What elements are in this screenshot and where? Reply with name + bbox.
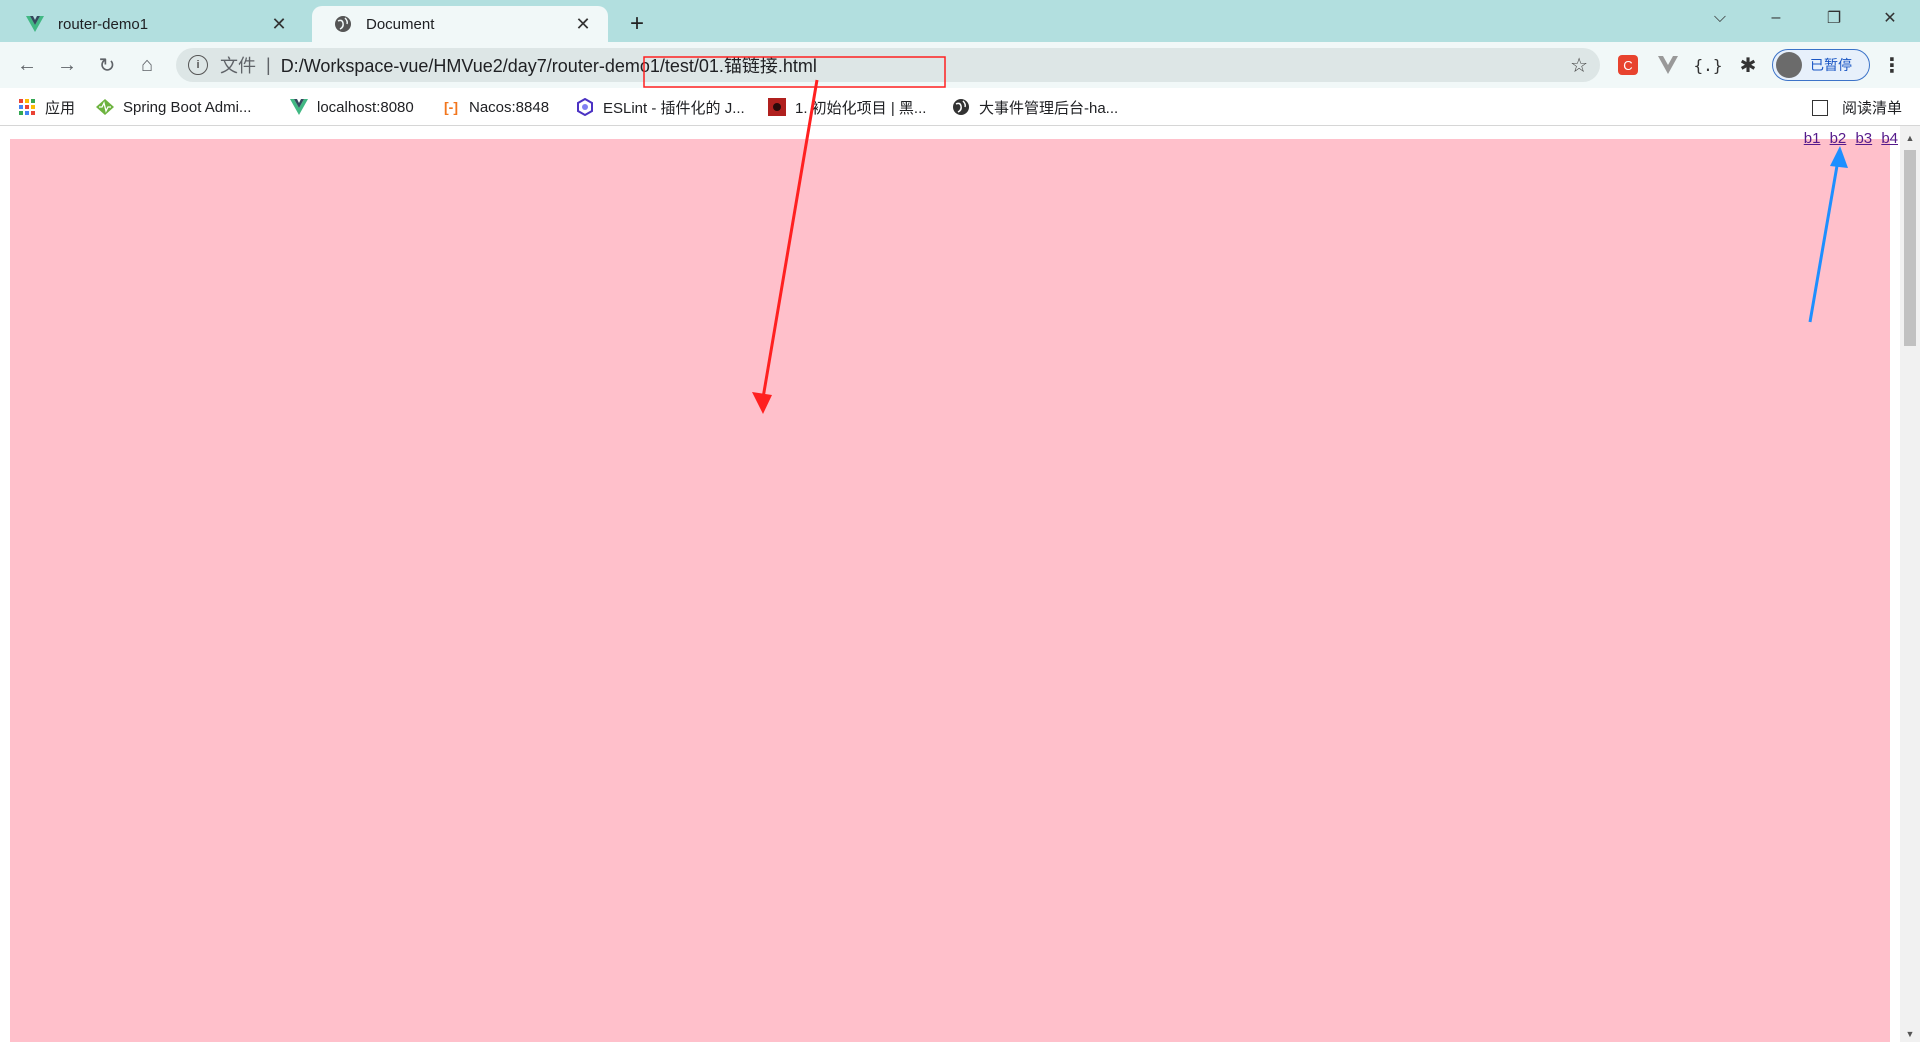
globe-icon bbox=[334, 15, 352, 33]
bookmark-label: Nacos:8848 bbox=[469, 98, 550, 116]
profile-button[interactable]: 已暂停 bbox=[1772, 49, 1870, 81]
profile-status: 已暂停 bbox=[1810, 57, 1852, 73]
close-window-button[interactable]: ✕ bbox=[1862, 0, 1918, 36]
address-bar[interactable]: i 文件 | D:/Workspace-vue/HMVue2/day7/rout… bbox=[176, 48, 1600, 82]
bookmark-localhost[interactable]: localhost:8080 bbox=[290, 97, 414, 117]
title-bar: router-demo1 ✕ Document ✕ + ⌵ – ❐ ✕ bbox=[0, 0, 1920, 42]
url-text[interactable]: D:/Workspace-vue/HMVue2/day7/router-demo… bbox=[281, 52, 817, 78]
vue-logo-icon bbox=[26, 15, 44, 33]
new-tab-button[interactable]: + bbox=[622, 9, 652, 39]
bookmarks-bar: 应用 Spring Boot Admi... localhost:8080 [-… bbox=[0, 88, 1920, 126]
bookmark-label: 应用 bbox=[45, 99, 76, 117]
vue-devtools-icon[interactable] bbox=[1655, 52, 1681, 78]
pink-content-box bbox=[10, 139, 1890, 1042]
bookmark-init-project[interactable]: 1. 初始化项目 | 黑... bbox=[768, 97, 926, 117]
scroll-down-arrow-icon[interactable]: ▼ bbox=[1904, 1028, 1916, 1040]
bookmark-label: localhost:8080 bbox=[317, 98, 414, 116]
home-button[interactable]: ⌂ bbox=[132, 50, 162, 80]
bookmark-nacos[interactable]: [-] Nacos:8848 bbox=[442, 97, 549, 117]
avatar bbox=[1776, 52, 1802, 78]
extensions-puzzle-icon[interactable]: ✱ bbox=[1735, 52, 1761, 78]
back-button[interactable]: ← bbox=[12, 50, 42, 80]
globe-icon bbox=[952, 98, 970, 116]
bookmark-label: 大事件管理后台-ha... bbox=[979, 99, 1119, 117]
restore-button[interactable]: ❐ bbox=[1806, 0, 1862, 36]
vertical-scrollbar[interactable]: ▲ ▼ bbox=[1900, 126, 1920, 1042]
anchor-links: b1 b2 b3 b4 bbox=[1799, 130, 1898, 147]
nacos-icon: [-] bbox=[444, 99, 458, 115]
bookmark-spring-boot-admin[interactable]: Spring Boot Admi... bbox=[96, 97, 251, 117]
vue-logo-icon bbox=[290, 98, 308, 116]
bookmark-label: Spring Boot Admi... bbox=[123, 98, 252, 116]
bookmark-label: ESLint - 插件化的 J... bbox=[603, 99, 745, 117]
tab-search-icon[interactable]: ⌵ bbox=[1692, 0, 1748, 36]
browser-toolbar: ← → ↻ ⌂ i 文件 | D:/Workspace-vue/HMVue2/d… bbox=[0, 42, 1920, 88]
anchor-link-b4[interactable]: b4 bbox=[1881, 130, 1898, 147]
spring-boot-admin-icon bbox=[96, 98, 114, 116]
extension-c-icon[interactable]: C bbox=[1615, 52, 1641, 78]
anchor-link-b2[interactable]: b2 bbox=[1830, 130, 1847, 147]
svg-text:C: C bbox=[1623, 58, 1632, 73]
json-viewer-icon[interactable]: {.} bbox=[1694, 52, 1723, 78]
reading-list-button[interactable]: 阅读清单 bbox=[1811, 97, 1902, 118]
info-icon[interactable]: i bbox=[188, 55, 208, 75]
scrollbar-thumb[interactable] bbox=[1904, 150, 1916, 346]
bookmark-big-event[interactable]: 大事件管理后台-ha... bbox=[952, 97, 1118, 117]
minimize-button[interactable]: – bbox=[1748, 0, 1804, 36]
menu-kebab-icon[interactable]: ⋮ bbox=[1882, 52, 1902, 78]
page-viewport: b1 b2 b3 b4 ▲ ▼ bbox=[0, 126, 1920, 1042]
tab-document[interactable]: Document ✕ bbox=[312, 6, 608, 42]
reload-button[interactable]: ↻ bbox=[92, 50, 122, 80]
scroll-up-arrow-icon[interactable]: ▲ bbox=[1904, 132, 1916, 144]
bookmark-star-icon[interactable]: ☆ bbox=[1570, 53, 1588, 78]
reading-list-label: 阅读清单 bbox=[1841, 100, 1902, 117]
bookmark-label: 1. 初始化项目 | 黑... bbox=[795, 99, 927, 117]
anchor-link-b3[interactable]: b3 bbox=[1855, 130, 1872, 147]
tab-router-demo1[interactable]: router-demo1 ✕ bbox=[4, 6, 304, 42]
site-favicon-icon bbox=[768, 98, 786, 116]
close-tab-icon[interactable]: ✕ bbox=[572, 13, 594, 35]
tab-title: Document bbox=[366, 15, 435, 33]
scheme-label: 文件 bbox=[220, 56, 256, 76]
anchor-link-b1[interactable]: b1 bbox=[1804, 130, 1821, 147]
close-tab-icon[interactable]: ✕ bbox=[268, 13, 290, 35]
reading-list-icon bbox=[1811, 99, 1828, 116]
apps-grid-icon bbox=[18, 98, 36, 116]
eslint-icon bbox=[576, 98, 594, 116]
bookmark-eslint[interactable]: ESLint - 插件化的 J... bbox=[576, 97, 745, 117]
tab-title: router-demo1 bbox=[58, 15, 149, 33]
scheme-separator: | bbox=[266, 54, 271, 75]
forward-button[interactable]: → bbox=[52, 50, 82, 80]
bookmark-apps[interactable]: 应用 bbox=[18, 97, 75, 117]
